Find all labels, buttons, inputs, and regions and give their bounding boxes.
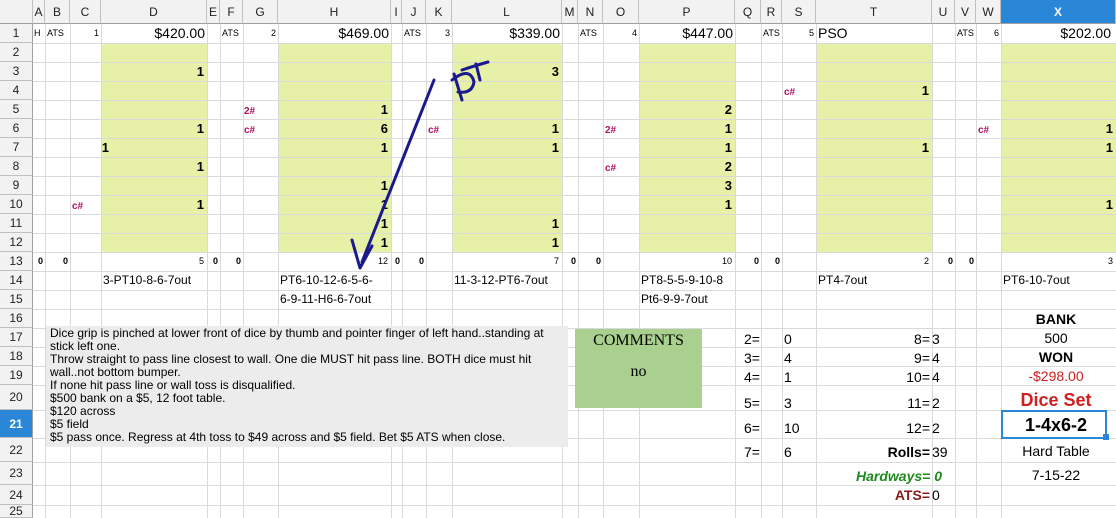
annotation-letter-p	[450, 72, 476, 102]
annotation-arrow-line	[360, 78, 436, 264]
annotation-letter-t	[460, 60, 490, 82]
pen-annotation	[350, 60, 490, 270]
spreadsheet-grid[interactable]: A B C D E F G H I J K L M N O P Q R S T …	[0, 0, 1116, 518]
